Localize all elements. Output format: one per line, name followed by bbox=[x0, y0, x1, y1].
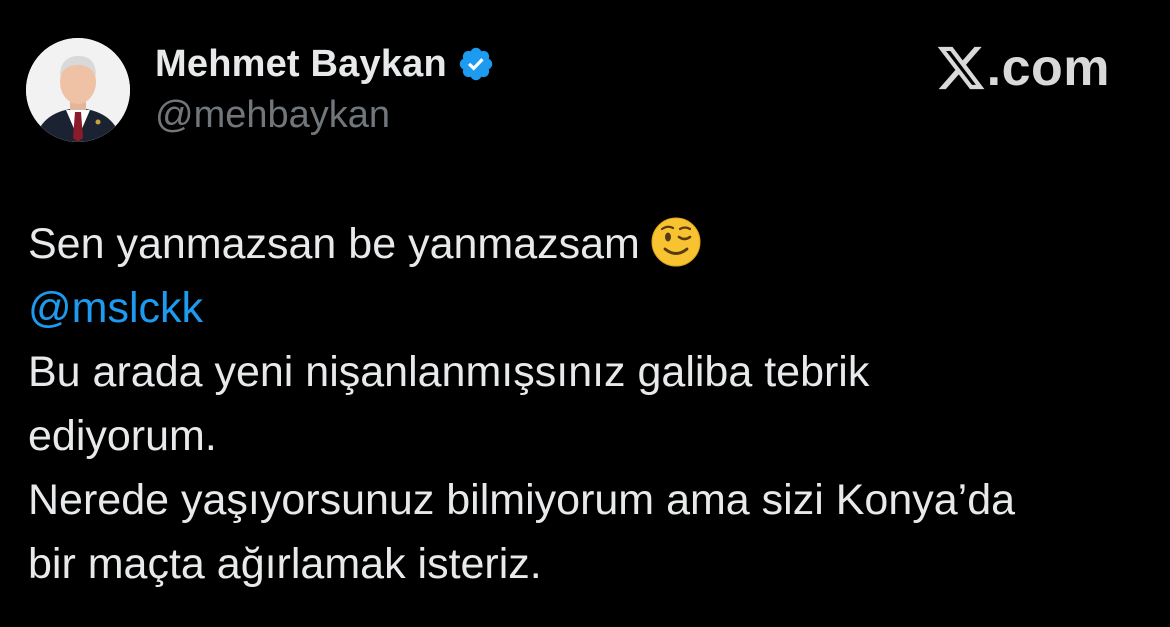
verified-badge-icon bbox=[457, 45, 495, 83]
author-name-row: Mehmet Baykan bbox=[155, 42, 495, 86]
display-name[interactable]: Mehmet Baykan bbox=[155, 43, 447, 86]
tweet-line-4: ediyorum. bbox=[28, 412, 217, 460]
tweet-line-6: bir maçta ağırlamak isteriz. bbox=[28, 540, 542, 588]
avatar[interactable] bbox=[26, 38, 130, 142]
avatar-photo bbox=[26, 38, 130, 142]
winking-face-emoji-icon bbox=[650, 216, 702, 268]
author-handle[interactable]: @mehbaykan bbox=[155, 94, 390, 137]
tweet-line-5: Nerede yaşıyorsunuz bilmiyorum ama sizi … bbox=[28, 476, 1016, 524]
brand-domain-text: .com bbox=[986, 39, 1110, 97]
tweet-body: Sen yanmazsan be yanmazsam @mslckk Bu ar… bbox=[28, 212, 1143, 596]
brand-watermark: .com bbox=[935, 38, 1110, 98]
mention-link[interactable]: @mslckk bbox=[28, 276, 1143, 340]
tweet-line-3: Bu arada yeni nişanlanmışsınız galiba te… bbox=[28, 348, 870, 396]
tweet-line-1-text: Sen yanmazsan be yanmazsam bbox=[28, 220, 640, 268]
x-logo-icon bbox=[935, 42, 987, 94]
tweet-line-1: Sen yanmazsan be yanmazsam bbox=[28, 212, 1143, 276]
tweet-card: Mehmet Baykan @mehbaykan .com Sen yanmaz… bbox=[0, 0, 1170, 627]
